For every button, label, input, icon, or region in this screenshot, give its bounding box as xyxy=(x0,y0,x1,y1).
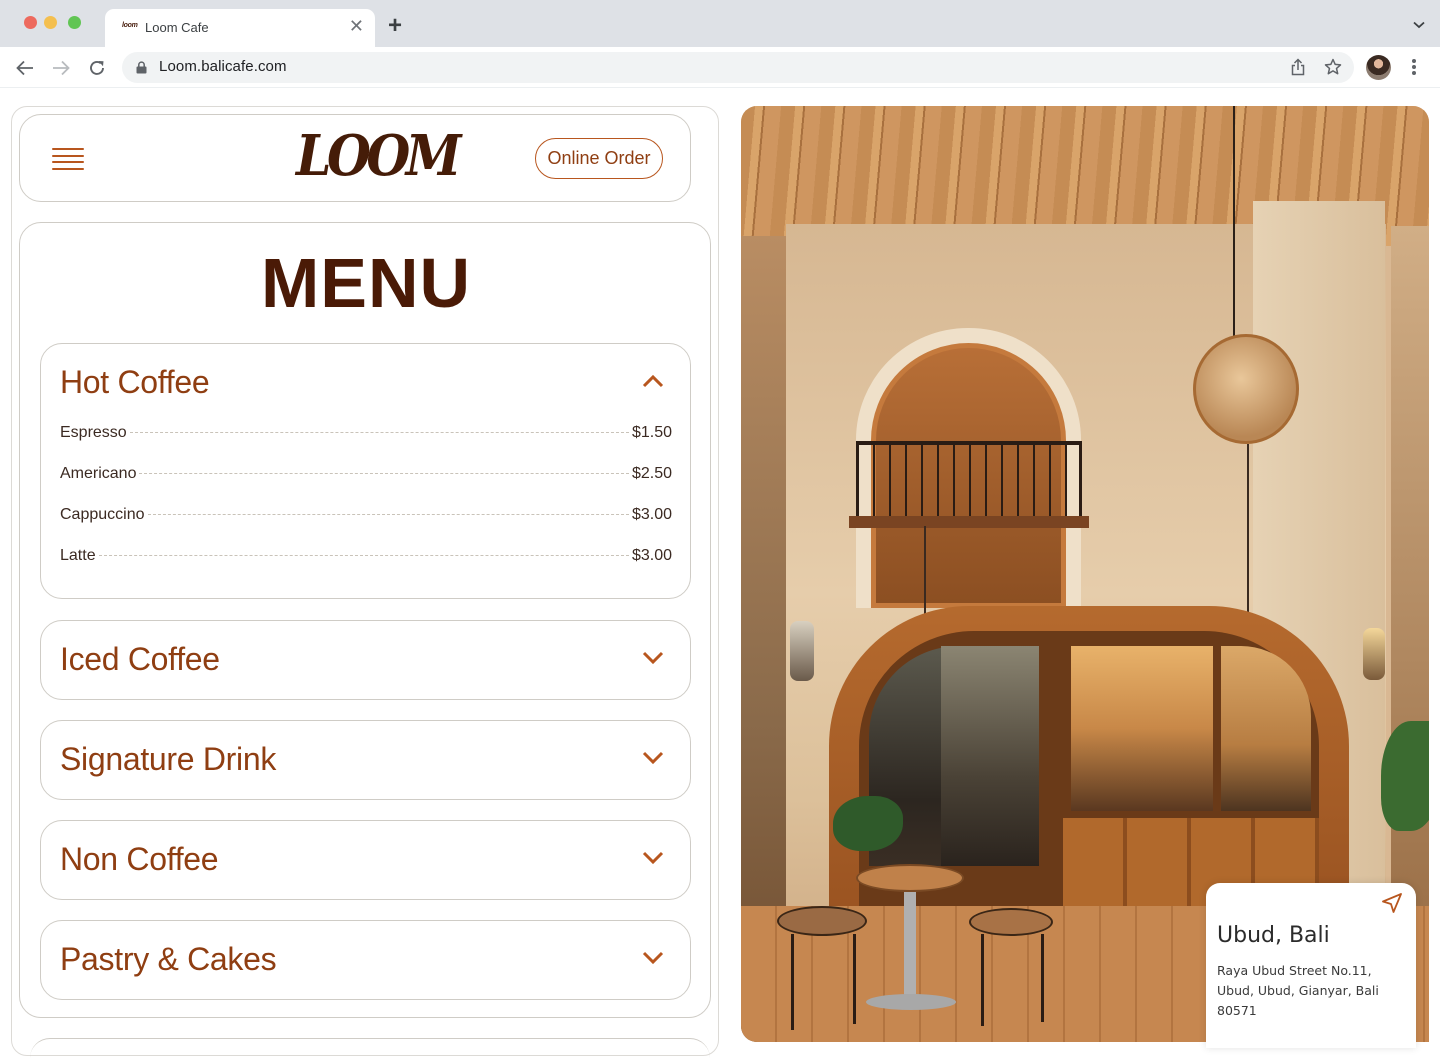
menu-section-signature-drink[interactable]: Signature Drink xyxy=(40,720,691,800)
window xyxy=(1071,646,1213,811)
balcony-railing xyxy=(856,441,1082,521)
menu-card: MENU Hot Coffee Espresso $1.50 Americano… xyxy=(19,222,711,1018)
logo[interactable]: LOOM xyxy=(296,123,462,189)
chevron-down-icon[interactable] xyxy=(642,851,664,865)
section-title: Iced Coffee xyxy=(60,641,220,677)
menu-item: Cappuccino $3.00 xyxy=(60,506,672,547)
menu-section-hot-coffee: Hot Coffee Espresso $1.50 Americano $2.5… xyxy=(40,343,691,599)
accordion-header-hot-coffee[interactable]: Hot Coffee xyxy=(41,344,690,422)
share-icon[interactable] xyxy=(1290,58,1306,81)
table-leg xyxy=(904,891,916,1001)
stool-leg xyxy=(791,934,794,1030)
window-zoom-button[interactable] xyxy=(68,16,81,29)
url-text[interactable]: Loom.balicafe.com xyxy=(159,58,287,75)
tab-list-chevron-icon[interactable] xyxy=(1413,16,1425,34)
reload-icon[interactable] xyxy=(86,57,108,79)
location-address: Raya Ubud Street No.11, Ubud, Ubud, Gian… xyxy=(1217,963,1379,1018)
menu-section-pastry-cakes[interactable]: Pastry & Cakes xyxy=(40,920,691,1000)
browser-toolbar: Loom.balicafe.com xyxy=(0,47,1440,88)
window-close-button[interactable] xyxy=(24,16,37,29)
lock-icon[interactable] xyxy=(136,61,147,79)
back-arrow-icon[interactable] xyxy=(14,57,36,79)
stool xyxy=(777,906,867,936)
location-city: Ubud, Bali xyxy=(1217,923,1330,948)
section-title: Hot Coffee xyxy=(60,364,210,400)
more-vert-icon[interactable] xyxy=(1406,58,1422,78)
next-card-edge xyxy=(30,1038,710,1058)
location-card: Ubud, Bali Raya Ubud Street No.11, Ubud,… xyxy=(1206,883,1416,1048)
item-price: $1.50 xyxy=(631,424,672,441)
menu-item: Americano $2.50 xyxy=(60,465,672,506)
item-name: Americano xyxy=(60,465,137,482)
site-header: LOOM Online Order xyxy=(19,114,691,202)
wall-sconce xyxy=(1363,628,1385,680)
dotted-leader xyxy=(139,473,629,474)
accordion-header-iced-coffee[interactable]: Iced Coffee xyxy=(41,621,690,699)
tab-title: Loom Cafe xyxy=(145,20,209,35)
menu-item: Latte $3.00 xyxy=(60,547,672,588)
item-name: Latte xyxy=(60,547,96,564)
lamp-cord xyxy=(1247,444,1249,624)
browser-tab-bar: loom Loom Cafe ✕ + xyxy=(0,0,1440,47)
favicon-icon: loom xyxy=(122,22,138,29)
menu-section-non-coffee[interactable]: Non Coffee xyxy=(40,820,691,900)
item-name: Cappuccino xyxy=(60,506,145,523)
stool-leg xyxy=(853,934,856,1024)
chevron-down-icon[interactable] xyxy=(642,751,664,765)
plant xyxy=(833,796,903,851)
navigation-arrow-icon[interactable] xyxy=(1381,892,1403,919)
rattan-lamp xyxy=(1193,334,1299,444)
menu-item-list: Espresso $1.50 Americano $2.50 Cappuccin… xyxy=(60,424,672,588)
menu-item: Espresso $1.50 xyxy=(60,424,672,465)
stool xyxy=(969,908,1053,936)
accordion-header-non-coffee[interactable]: Non Coffee xyxy=(41,821,690,899)
forward-arrow-icon[interactable] xyxy=(50,57,72,79)
accordion-header-pastry-cakes[interactable]: Pastry & Cakes xyxy=(41,921,690,999)
stool-leg xyxy=(981,934,984,1026)
dotted-leader xyxy=(147,514,629,515)
online-order-button[interactable]: Online Order xyxy=(535,138,663,179)
menu-section-iced-coffee[interactable]: Iced Coffee xyxy=(40,620,691,700)
wall-sconce xyxy=(790,621,814,681)
item-price: $3.00 xyxy=(631,547,672,564)
stool-leg xyxy=(1041,934,1044,1022)
dotted-leader xyxy=(98,555,629,556)
lamp-cord xyxy=(1233,106,1235,346)
item-price: $3.00 xyxy=(631,506,672,523)
new-tab-plus-icon[interactable]: + xyxy=(388,14,402,38)
section-title: Non Coffee xyxy=(60,841,219,877)
dotted-leader xyxy=(129,432,629,433)
accordion-header-signature-drink[interactable]: Signature Drink xyxy=(41,721,690,799)
section-title: Signature Drink xyxy=(60,741,277,777)
item-name: Espresso xyxy=(60,424,127,441)
page-title: MENU xyxy=(260,244,472,322)
tab-close-icon[interactable]: ✕ xyxy=(349,17,364,35)
chevron-down-icon[interactable] xyxy=(642,651,664,665)
table-top xyxy=(856,864,964,892)
window-minimize-button[interactable] xyxy=(44,16,57,29)
chevron-up-icon[interactable] xyxy=(642,374,664,388)
profile-avatar[interactable] xyxy=(1366,55,1391,80)
browser-tab[interactable]: loom Loom Cafe ✕ xyxy=(105,9,375,47)
address-bar[interactable]: Loom.balicafe.com xyxy=(122,52,1354,83)
item-price: $2.50 xyxy=(631,465,672,482)
section-title: Pastry & Cakes xyxy=(60,941,277,977)
star-icon[interactable] xyxy=(1324,58,1342,81)
window xyxy=(941,646,1039,866)
table-base xyxy=(866,994,956,1010)
plant xyxy=(1381,721,1429,831)
hamburger-icon[interactable] xyxy=(52,148,84,170)
chevron-down-icon[interactable] xyxy=(642,951,664,965)
balcony-ledge xyxy=(849,516,1089,528)
